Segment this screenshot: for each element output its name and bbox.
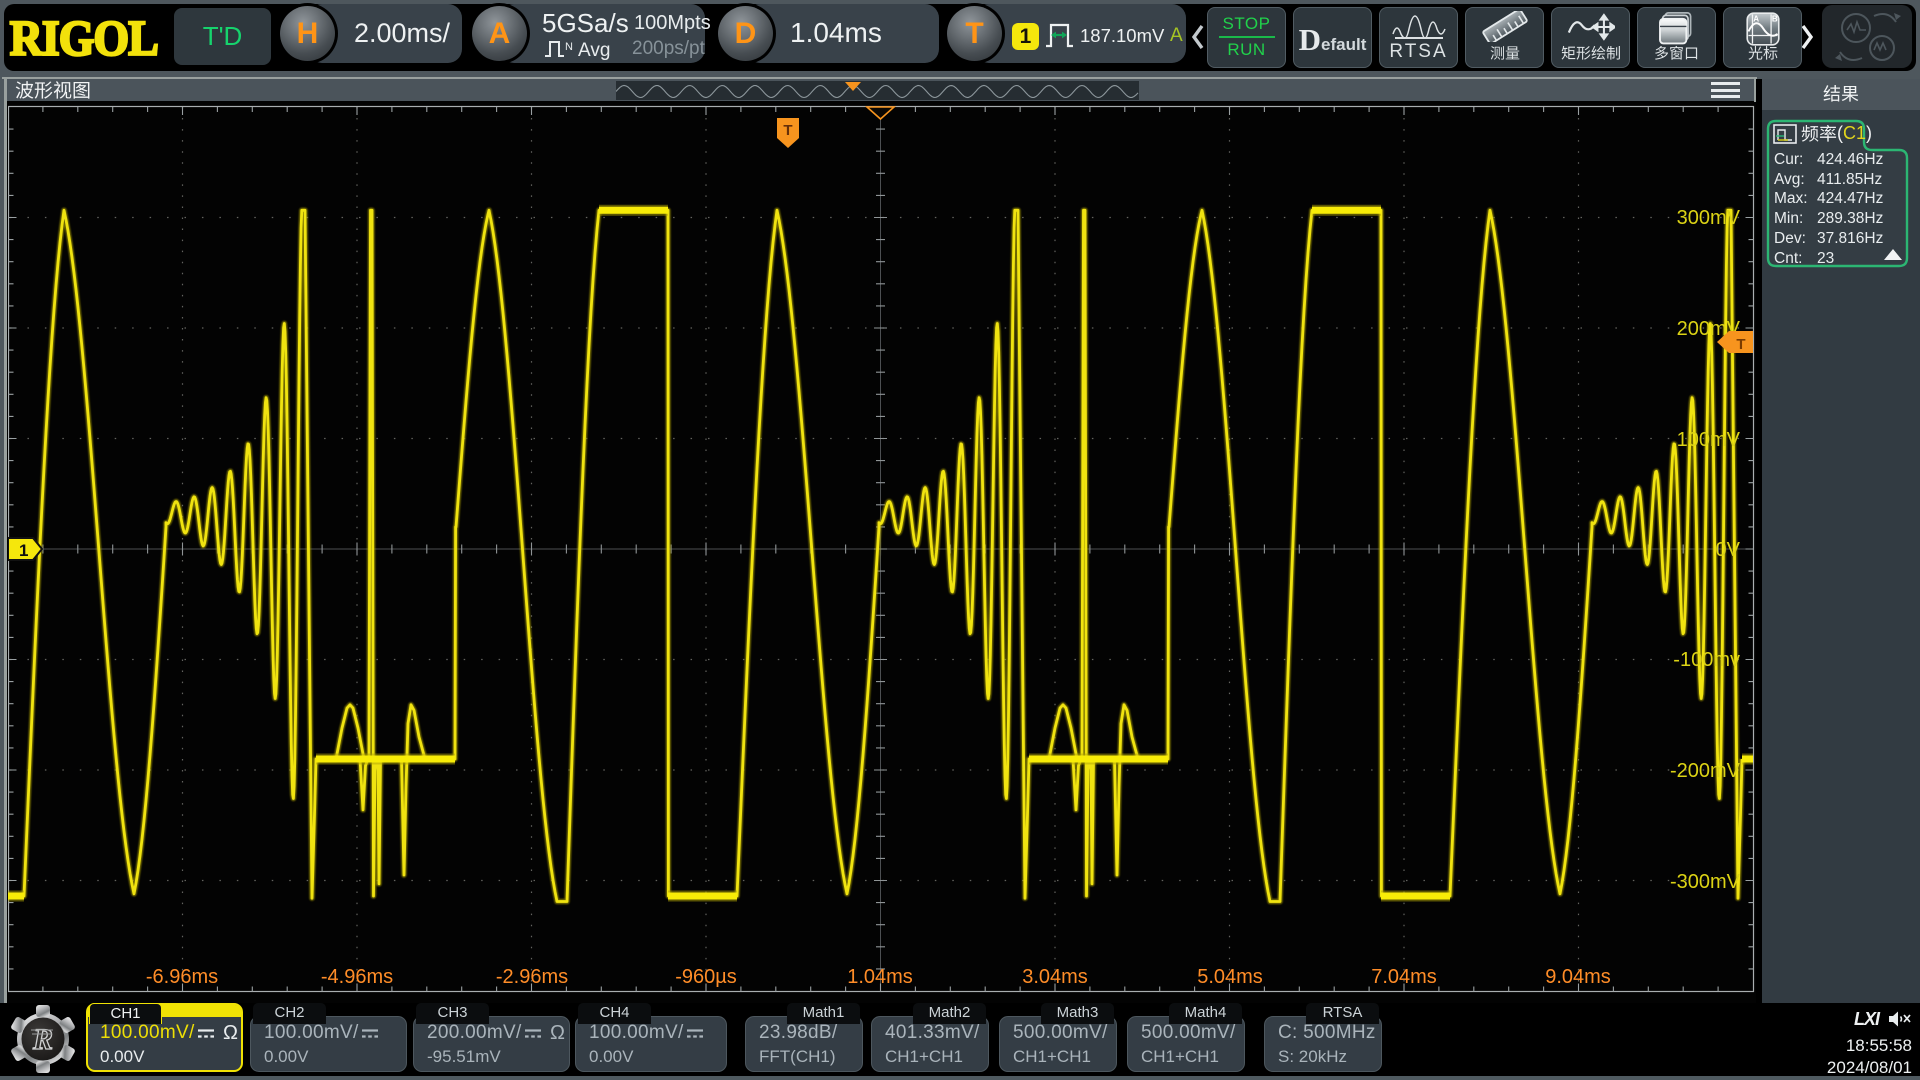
- svg-text:5.04ms: 5.04ms: [1197, 966, 1263, 988]
- svg-text:-100mv: -100mv: [1673, 649, 1740, 671]
- svg-text:0V: 0V: [1716, 539, 1741, 561]
- svg-text:B: B: [1771, 15, 1777, 24]
- svg-text:300mV: 300mV: [1677, 207, 1741, 229]
- svg-text:N: N: [565, 41, 573, 53]
- svg-text:R: R: [32, 1023, 53, 1056]
- svg-text:7.04ms: 7.04ms: [1371, 966, 1437, 988]
- svg-text:RIGOL: RIGOL: [10, 12, 158, 64]
- svg-text:-300mV: -300mV: [1670, 871, 1741, 893]
- svg-text:-4.96ms: -4.96ms: [321, 966, 393, 988]
- svg-text:T: T: [783, 122, 792, 139]
- svg-text:1.04ms: 1.04ms: [847, 966, 913, 988]
- svg-text:-6.96ms: -6.96ms: [146, 966, 218, 988]
- svg-text:-200mV: -200mV: [1670, 760, 1741, 782]
- svg-text:-2.96ms: -2.96ms: [496, 966, 568, 988]
- svg-text:3.04ms: 3.04ms: [1022, 966, 1088, 988]
- svg-text:T: T: [1736, 336, 1745, 353]
- svg-text:100mV: 100mV: [1677, 429, 1741, 451]
- svg-text:1: 1: [19, 541, 28, 560]
- svg-text:-960µs: -960µs: [675, 966, 737, 988]
- svg-text:9.04ms: 9.04ms: [1545, 966, 1611, 988]
- svg-text:A: A: [1753, 15, 1759, 24]
